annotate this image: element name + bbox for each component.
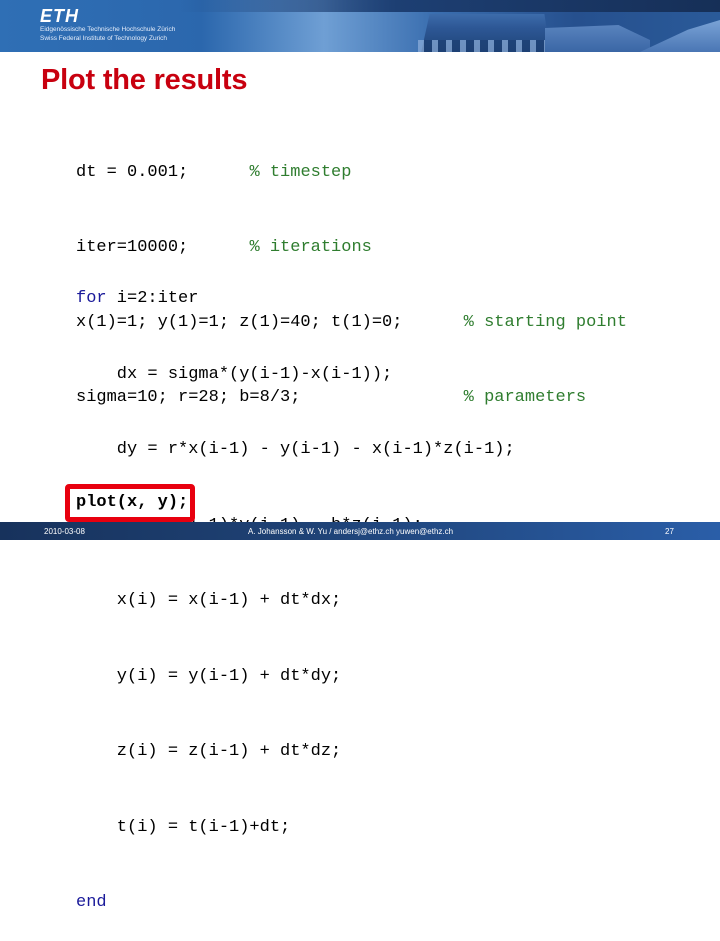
code-comment: % timestep <box>249 163 352 182</box>
footer-bar: 2010-03-08 A. Johansson & W. Yu / anders… <box>0 522 720 540</box>
header-building-arches <box>418 40 548 52</box>
plot-command: plot(x, y); <box>76 493 189 512</box>
footer-authors: A. Johansson & W. Yu / andersj@ethz.ch y… <box>248 527 454 536</box>
institution-name-en: Swiss Federal Institute of Technology Zu… <box>40 35 168 42</box>
header-hill-image <box>640 20 720 52</box>
loop-code-block: for i=2:iter dx = sigma*(y(i-1)-x(i-1));… <box>76 236 515 941</box>
footer-date: 2010-03-08 <box>44 527 85 536</box>
page-number: 27 <box>665 527 674 536</box>
institution-name-de: Eidgenössische Technische Hochschule Zür… <box>40 26 176 33</box>
header-banner: ETH Eidgenössische Technische Hochschule… <box>0 0 720 52</box>
keyword-for: for <box>76 289 107 308</box>
code-line: end <box>76 890 515 916</box>
code-line: t(i) = t(i-1)+dt; <box>76 817 291 837</box>
code-line: dx = sigma*(y(i-1)-x(i-1)); <box>76 364 393 384</box>
code-line: dy = r*x(i-1) - y(i-1) - x(i-1)*z(i-1); <box>76 440 515 459</box>
code-line: z(i) = z(i-1) + dt*dz; <box>76 742 342 761</box>
code-line: y(i) = y(i-1) + dt*dy; <box>76 666 342 686</box>
header-building-image-2 <box>545 25 650 52</box>
code-line: dt = 0.001; % timestep <box>76 160 627 185</box>
code-line: x(i) = x(i-1) + dt*dx; <box>76 591 342 610</box>
slide-title: Plot the results <box>41 64 248 96</box>
code-line: for i=2:iter <box>76 286 515 312</box>
code-text: dt = 0.001; <box>76 163 250 182</box>
keyword-end: end <box>76 893 107 912</box>
eth-logo-text: ETH <box>40 6 79 26</box>
code-text: i=2:iter <box>106 289 199 308</box>
eth-logo: ETH Eidgenössische Technische Hochschule… <box>40 7 175 43</box>
header-top-band <box>180 0 720 12</box>
